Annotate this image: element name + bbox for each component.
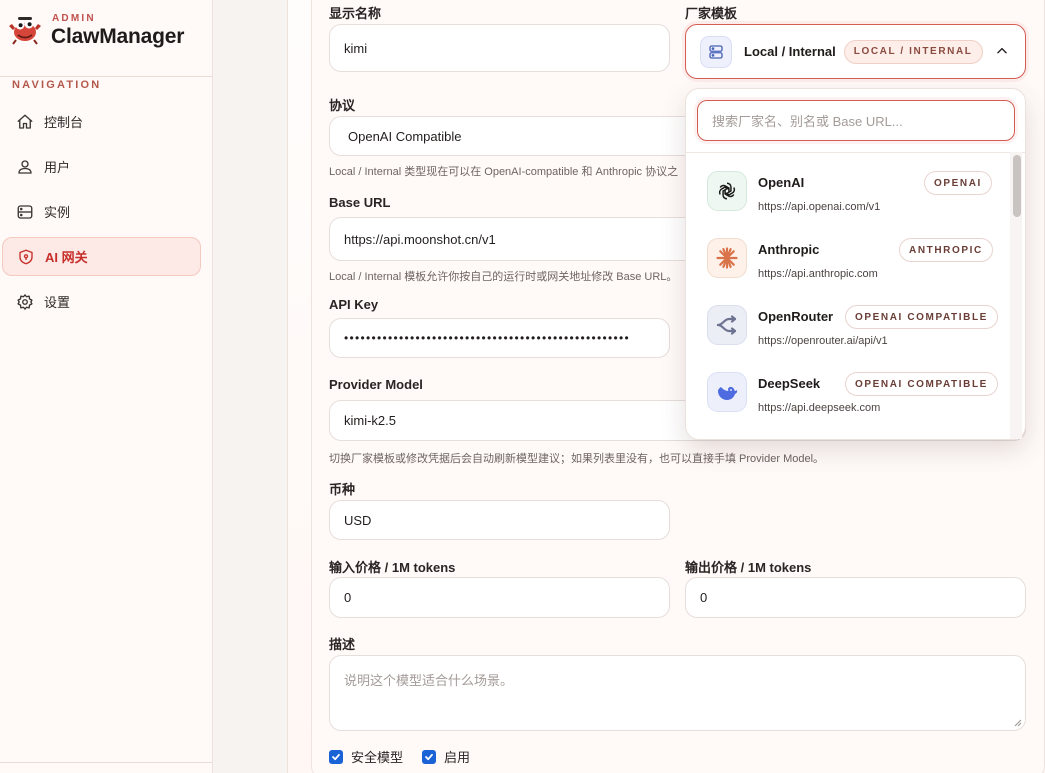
sidebar-item-label: 设置: [44, 295, 71, 310]
display-name-field[interactable]: kimi: [329, 24, 670, 72]
dropdown-divider: [686, 152, 1025, 153]
vendor-option-name: OpenRouter: [758, 309, 834, 324]
brand[interactable]: ADMIN ClawManager: [8, 10, 208, 70]
deepseek-logo-icon: [707, 372, 747, 412]
sidebar-item-label: AI 网关: [45, 250, 88, 265]
currency-value: USD: [344, 512, 372, 528]
currency-field[interactable]: USD: [329, 500, 670, 540]
sidebar-item-label: 实例: [44, 205, 71, 220]
vendor-option-anthropic[interactable]: Anthropic ANTHROPIC https://api.anthropi…: [686, 238, 1011, 305]
users-icon: [16, 158, 34, 176]
sidebar-item-settings[interactable]: 设置: [2, 282, 201, 321]
vendor-option-badge: OPENAI COMPATIBLE: [845, 372, 998, 396]
safe-model-checkbox-row[interactable]: 安全模型: [329, 747, 403, 766]
resize-handle-icon[interactable]: [1014, 719, 1022, 727]
vendor-option-url: https://api.openai.com/v1: [758, 201, 881, 213]
brand-name: ClawManager: [51, 25, 185, 48]
vendor-option-badge: OPENAI: [924, 171, 992, 195]
description-label: 描述: [329, 637, 356, 652]
description-textarea[interactable]: 说明这个模型适合什么场景。: [329, 655, 1026, 731]
openrouter-logo-icon: [707, 305, 747, 345]
dropdown-scrollbar-thumb[interactable]: [1013, 155, 1021, 217]
protocol-label: 协议: [329, 98, 356, 113]
sidebar-item-label: 控制台: [44, 115, 84, 130]
input-price-field[interactable]: 0: [329, 577, 670, 618]
output-price-value: 0: [700, 590, 708, 605]
display-name-label: 显示名称: [329, 6, 382, 21]
gear-icon: [16, 293, 34, 311]
protocol-value: OpenAI Compatible: [348, 128, 462, 144]
vendor-option-name: DeepSeek: [758, 376, 821, 391]
chevron-up-icon[interactable]: [995, 44, 1009, 58]
sidebar-footer-divider: [0, 762, 212, 763]
enabled-label: 启用: [444, 750, 471, 765]
enabled-checkbox-row[interactable]: 启用: [422, 747, 470, 766]
api-key-label: API Key: [329, 297, 379, 312]
api-key-value: ••••••••••••••••••••••••••••••••••••••••…: [344, 331, 631, 345]
vendor-option-deepseek[interactable]: DeepSeek OPENAI COMPATIBLE https://api.d…: [686, 372, 1011, 439]
sidebar-item-label: 用户: [44, 160, 71, 175]
vendor-search-placeholder: 搜索厂家名、别名或 Base URL...: [712, 114, 903, 129]
sidebar: ADMIN ClawManager NAVIGATION 控制台 用户 实例 A…: [0, 0, 213, 773]
provider-model-value: kimi-k2.5: [344, 413, 397, 428]
display-name-value: kimi: [344, 40, 368, 56]
output-price-field[interactable]: 0: [685, 577, 1026, 618]
base-url-hint: Local / Internal 模板允许你按自己的运行时或网关地址修改 Bas…: [329, 271, 678, 283]
vendor-template-label: 厂家模板: [685, 6, 738, 21]
sidebar-item-instances[interactable]: 实例: [2, 192, 201, 231]
vendor-option-url: https://openrouter.ai/api/v1: [758, 335, 888, 347]
openai-logo-icon: [707, 171, 747, 211]
vendor-option-openrouter[interactable]: OpenRouter OPENAI COMPATIBLE https://ope…: [686, 305, 1011, 372]
home-icon: [16, 113, 34, 131]
provider-model-label: Provider Model: [329, 377, 423, 392]
sidebar-item-dashboard[interactable]: 控制台: [2, 102, 201, 141]
vendor-option-url: https://api.anthropic.com: [758, 268, 878, 280]
protocol-hint: Local / Internal 类型现在可以在 OpenAI-compatib…: [329, 166, 679, 178]
api-key-field[interactable]: ••••••••••••••••••••••••••••••••••••••••…: [329, 318, 670, 358]
output-price-label: 输出价格 / 1M tokens: [685, 560, 812, 575]
vendor-option-name: Anthropic: [758, 242, 820, 257]
vendor-option-openai[interactable]: OpenAI OPENAI https://api.openai.com/v1: [686, 171, 1011, 238]
vendor-selected-name: Local / Internal: [744, 44, 836, 59]
vendor-option-name: OpenAI: [758, 175, 805, 190]
anthropic-logo-icon: [707, 238, 747, 278]
sidebar-item-users[interactable]: 用户: [2, 147, 201, 186]
input-price-value: 0: [344, 590, 352, 605]
vendor-option-url: https://api.deepseek.com: [758, 402, 881, 414]
server-icon: [16, 203, 34, 221]
vendor-template-select[interactable]: Local / Internal LOCAL / INTERNAL: [685, 24, 1026, 79]
vendor-selected-badge: LOCAL / INTERNAL: [843, 39, 983, 64]
sidebar-item-ai-gateway[interactable]: AI 网关: [2, 237, 201, 276]
base-url-label: Base URL: [329, 195, 391, 210]
vendor-option-badge: ANTHROPIC: [899, 238, 993, 262]
shield-icon: [17, 248, 35, 266]
vendor-dropdown: 搜索厂家名、别名或 Base URL... OpenAI OPENAI http…: [685, 88, 1026, 440]
description-placeholder: 说明这个模型适合什么场景。: [344, 673, 514, 688]
base-url-value: https://api.moonshot.cn/v1: [344, 231, 496, 247]
enabled-checkbox[interactable]: [422, 749, 436, 764]
claw-logo-icon: [9, 17, 41, 45]
input-price-label: 输入价格 / 1M tokens: [329, 560, 456, 575]
server-stack-icon: [700, 35, 732, 68]
safe-model-checkbox[interactable]: [329, 749, 343, 764]
brand-divider: [0, 76, 212, 77]
vendor-option-badge: OPENAI COMPATIBLE: [845, 305, 998, 329]
provider-model-hint: 切换厂家模板或修改凭据后会自动刷新模型建议；如果列表里没有，也可以直接手填 Pr…: [329, 453, 825, 465]
safe-model-label: 安全模型: [351, 750, 404, 765]
vendor-search-input[interactable]: 搜索厂家名、别名或 Base URL...: [697, 100, 1015, 141]
nav-section-title: NAVIGATION: [12, 79, 102, 91]
currency-label: 币种: [329, 482, 356, 497]
brand-admin-label: ADMIN: [52, 13, 96, 24]
